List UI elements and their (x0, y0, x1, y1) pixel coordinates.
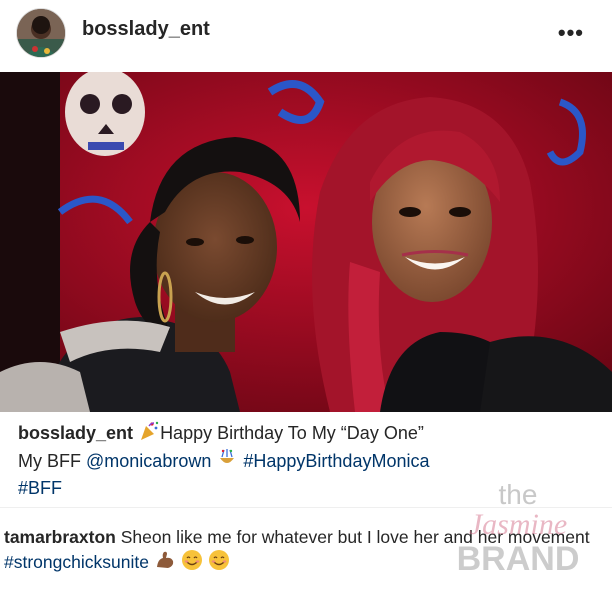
avatar[interactable] (16, 8, 66, 58)
more-options-button[interactable]: ••• (558, 20, 584, 46)
post-username[interactable]: bosslady_ent (82, 18, 210, 41)
caption-text-1: Happy Birthday To My “Day One” (160, 423, 424, 443)
comment-text: Sheon like me for whatever but I love he… (120, 527, 590, 547)
confetti-ball-icon (216, 448, 238, 476)
more-dots-icon: ••• (557, 20, 584, 45)
party-popper-icon (138, 420, 160, 448)
caption-username[interactable]: bosslady_ent (18, 423, 133, 443)
hashtag-link[interactable]: #strongchicksunite (4, 552, 149, 572)
avatar-image (17, 9, 65, 57)
smiling-face-icon (208, 549, 230, 577)
hashtag-link[interactable]: #HappyBirthdayMonica (243, 451, 429, 471)
mention-link[interactable]: @monicabrown (86, 451, 211, 471)
flexed-biceps-icon (154, 549, 176, 577)
caption-text-2: My BFF (18, 451, 81, 471)
post-header: bosslady_ent ••• (0, 0, 612, 72)
post-photo[interactable] (0, 72, 612, 412)
smiling-face-icon (181, 549, 203, 577)
comment-username[interactable]: tamarbraxton (4, 527, 116, 547)
photo-image (0, 72, 612, 412)
comment: tamarbraxton Sheon like me for whatever … (4, 525, 604, 577)
post-caption: bosslady_ent Happy Birthday To My “Day O… (18, 420, 598, 500)
hashtag-link[interactable]: #BFF (18, 478, 62, 498)
divider (0, 507, 612, 508)
